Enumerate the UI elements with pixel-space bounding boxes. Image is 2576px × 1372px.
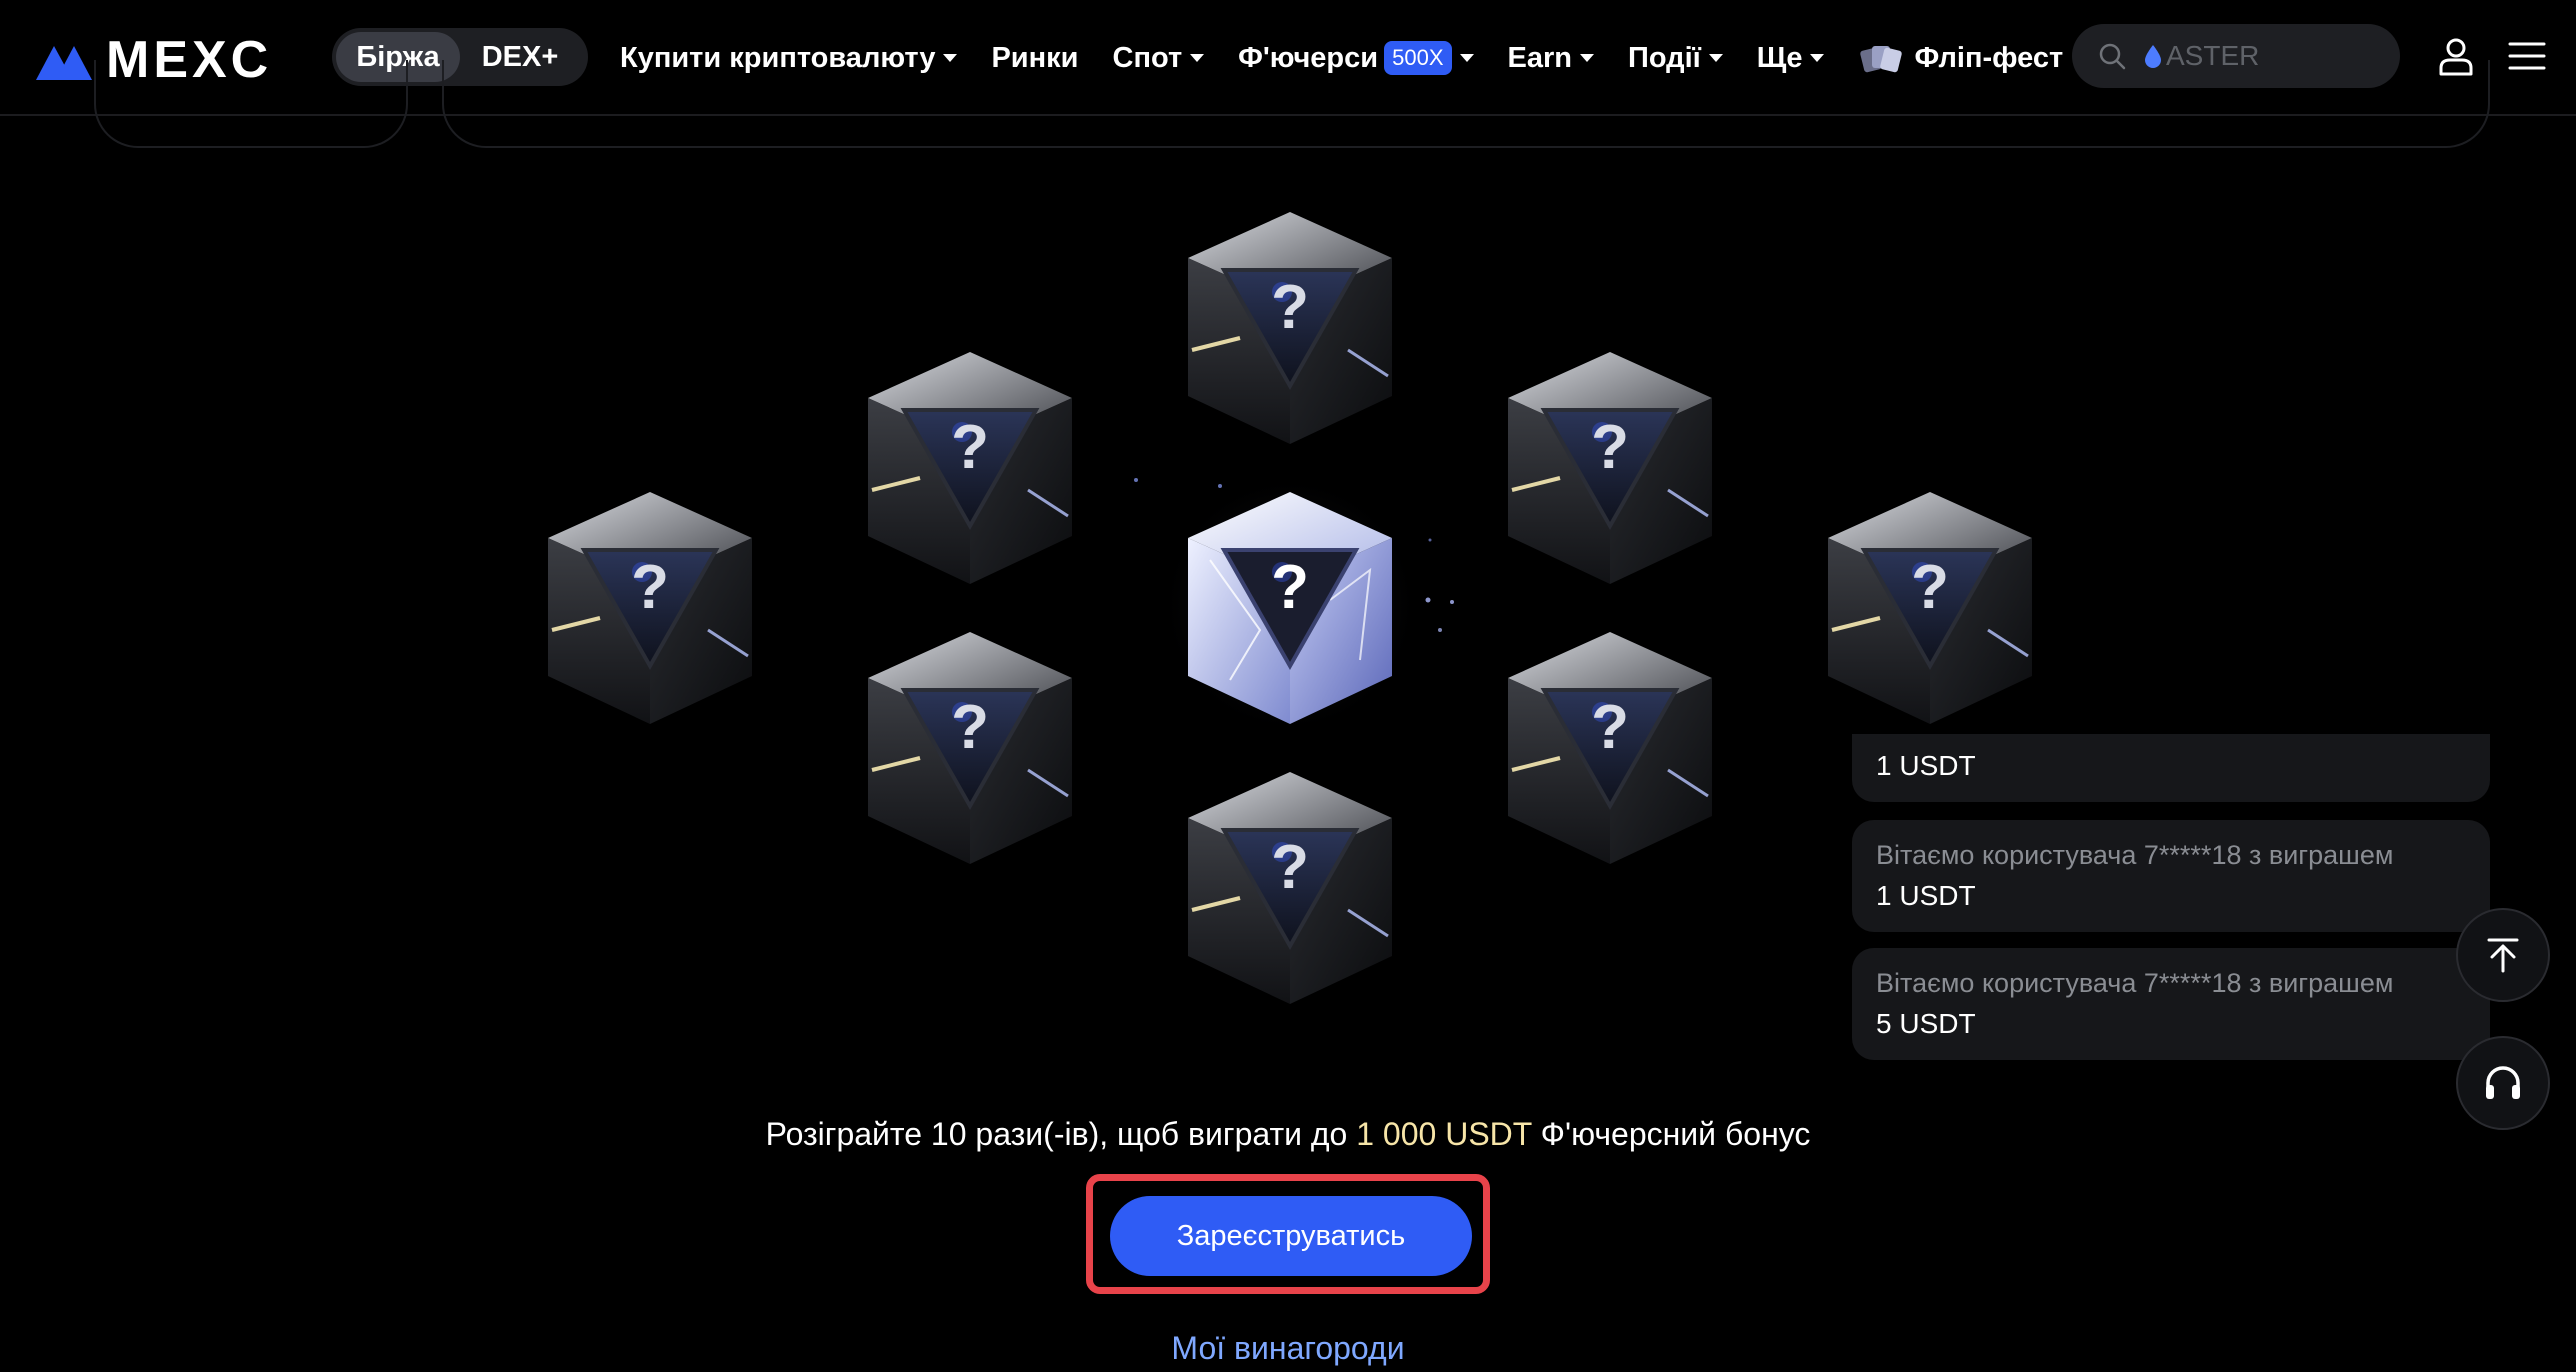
mystery-box[interactable]: ? xyxy=(1490,620,1730,870)
winner-feed-item: Вітаємо користувача 7*****18 з виграшем … xyxy=(1852,820,2490,932)
question-mark-icon: ? xyxy=(1271,273,1309,342)
question-mark-icon: ? xyxy=(951,693,989,762)
register-button[interactable]: Зареєструватись xyxy=(1110,1196,1472,1276)
winner-prize: 1 USDT xyxy=(1876,750,1976,781)
my-rewards-link[interactable]: Мої винагороди xyxy=(0,1330,2576,1367)
winner-feed-item: Вітаємо користувача 7*****18 з виграшем … xyxy=(1852,948,2490,1060)
winner-message: Вітаємо користувача 7*****18 з виграшем xyxy=(1876,840,2394,870)
question-mark-icon: ? xyxy=(1911,553,1949,622)
mexc-logo-mark-icon xyxy=(36,46,92,80)
hamburger-menu-icon[interactable] xyxy=(2508,38,2546,74)
mystery-box[interactable]: ? xyxy=(850,340,1090,590)
promo-text-end: Ф'ючерсний бонус xyxy=(1531,1116,1811,1152)
mystery-box[interactable]: ? xyxy=(850,620,1090,870)
winner-message: Вітаємо користувача 7*****18 з виграшем xyxy=(1876,968,2394,998)
mystery-box[interactable]: ? xyxy=(1810,480,2050,730)
winner-prize: 5 USDT xyxy=(1876,1008,1976,1039)
mystery-box[interactable]: ? xyxy=(1170,760,1410,1010)
winner-feed-item: 1 USDT xyxy=(1852,734,2490,802)
sparkle-decoration xyxy=(1134,478,1454,632)
promo-text-start: Розіграйте 10 рази(-ів), щоб виграти до xyxy=(765,1116,1357,1152)
winner-prize: 1 USDT xyxy=(1876,880,1976,911)
promo-text: Розіграйте 10 рази(-ів), щоб виграти до … xyxy=(0,1116,2576,1153)
top-tab-pill-left xyxy=(94,60,408,148)
promo-prize-amount: 1 000 USDT xyxy=(1356,1116,1532,1152)
question-mark-icon: ? xyxy=(631,553,669,622)
arrow-up-to-line-icon xyxy=(2487,938,2519,973)
mystery-box[interactable]: ? xyxy=(1490,340,1730,590)
question-mark-icon: ? xyxy=(951,413,989,482)
mystery-box[interactable]: ? xyxy=(1170,200,1410,450)
mystery-box[interactable]: ? xyxy=(530,480,770,730)
question-mark-icon: ? xyxy=(1591,693,1629,762)
top-tab-pill-right xyxy=(442,60,2490,148)
headset-icon xyxy=(2486,1066,2520,1099)
question-mark-icon: ? xyxy=(1591,413,1629,482)
question-mark-icon: ? xyxy=(1271,833,1309,902)
scroll-to-top-button[interactable] xyxy=(2456,908,2550,1002)
